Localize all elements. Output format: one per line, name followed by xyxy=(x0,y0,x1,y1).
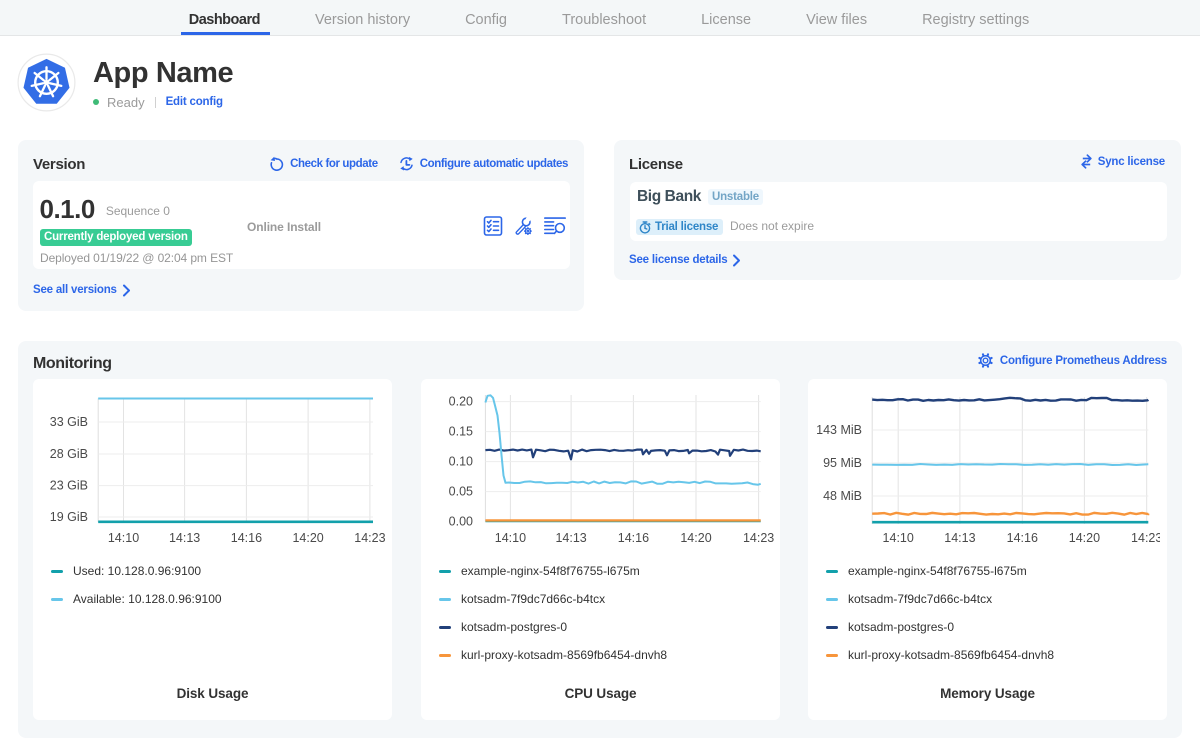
svg-text:14:13: 14:13 xyxy=(944,531,975,545)
svg-text:0.10: 0.10 xyxy=(449,455,473,469)
svg-text:14:20: 14:20 xyxy=(292,531,323,545)
svg-text:14:13: 14:13 xyxy=(555,531,586,545)
svg-text:0.15: 0.15 xyxy=(449,425,473,439)
svg-text:48 MiB: 48 MiB xyxy=(823,489,862,503)
svg-text:14:13: 14:13 xyxy=(169,531,200,545)
svg-text:0.05: 0.05 xyxy=(449,485,473,499)
svg-text:0.00: 0.00 xyxy=(449,515,473,529)
svg-text:14:10: 14:10 xyxy=(108,531,139,545)
svg-text:14:23: 14:23 xyxy=(743,531,774,545)
svg-text:95 MiB: 95 MiB xyxy=(823,456,862,470)
svg-text:14:16: 14:16 xyxy=(618,531,649,545)
svg-text:14:10: 14:10 xyxy=(495,531,526,545)
svg-text:14:23: 14:23 xyxy=(354,531,385,545)
svg-text:143 MiB: 143 MiB xyxy=(816,423,862,437)
svg-text:14:16: 14:16 xyxy=(1007,531,1038,545)
svg-text:19 GiB: 19 GiB xyxy=(50,510,88,524)
svg-text:14:20: 14:20 xyxy=(680,531,711,545)
svg-text:0.20: 0.20 xyxy=(449,395,473,409)
svg-text:14:20: 14:20 xyxy=(1069,531,1100,545)
svg-text:14:23: 14:23 xyxy=(1131,531,1160,545)
svg-text:33 GiB: 33 GiB xyxy=(50,415,88,429)
svg-text:14:10: 14:10 xyxy=(883,531,914,545)
svg-text:14:16: 14:16 xyxy=(231,531,262,545)
svg-text:23 GiB: 23 GiB xyxy=(50,479,88,493)
svg-text:28 GiB: 28 GiB xyxy=(50,447,88,461)
